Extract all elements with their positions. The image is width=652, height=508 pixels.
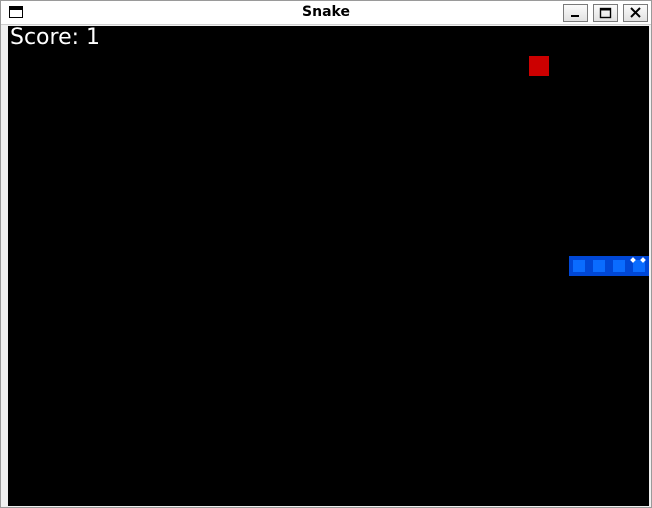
snake-segment — [569, 256, 589, 276]
close-icon — [630, 7, 641, 18]
snake-segment — [609, 256, 629, 276]
snake-head — [629, 256, 649, 276]
minimize-icon — [571, 15, 579, 17]
maximize-button[interactable] — [593, 4, 618, 22]
game-board[interactable]: Score: 1 — [8, 26, 649, 506]
window-title: Snake — [302, 4, 350, 20]
food-item — [529, 56, 549, 76]
maximize-icon — [599, 7, 612, 19]
minimize-button[interactable] — [563, 4, 588, 22]
score-label: Score: 1 — [10, 26, 101, 50]
snake-segment — [589, 256, 609, 276]
close-button[interactable] — [623, 4, 648, 22]
title-bar[interactable]: Snake — [1, 1, 651, 25]
game-window: Snake Score: 1 — [0, 0, 652, 508]
